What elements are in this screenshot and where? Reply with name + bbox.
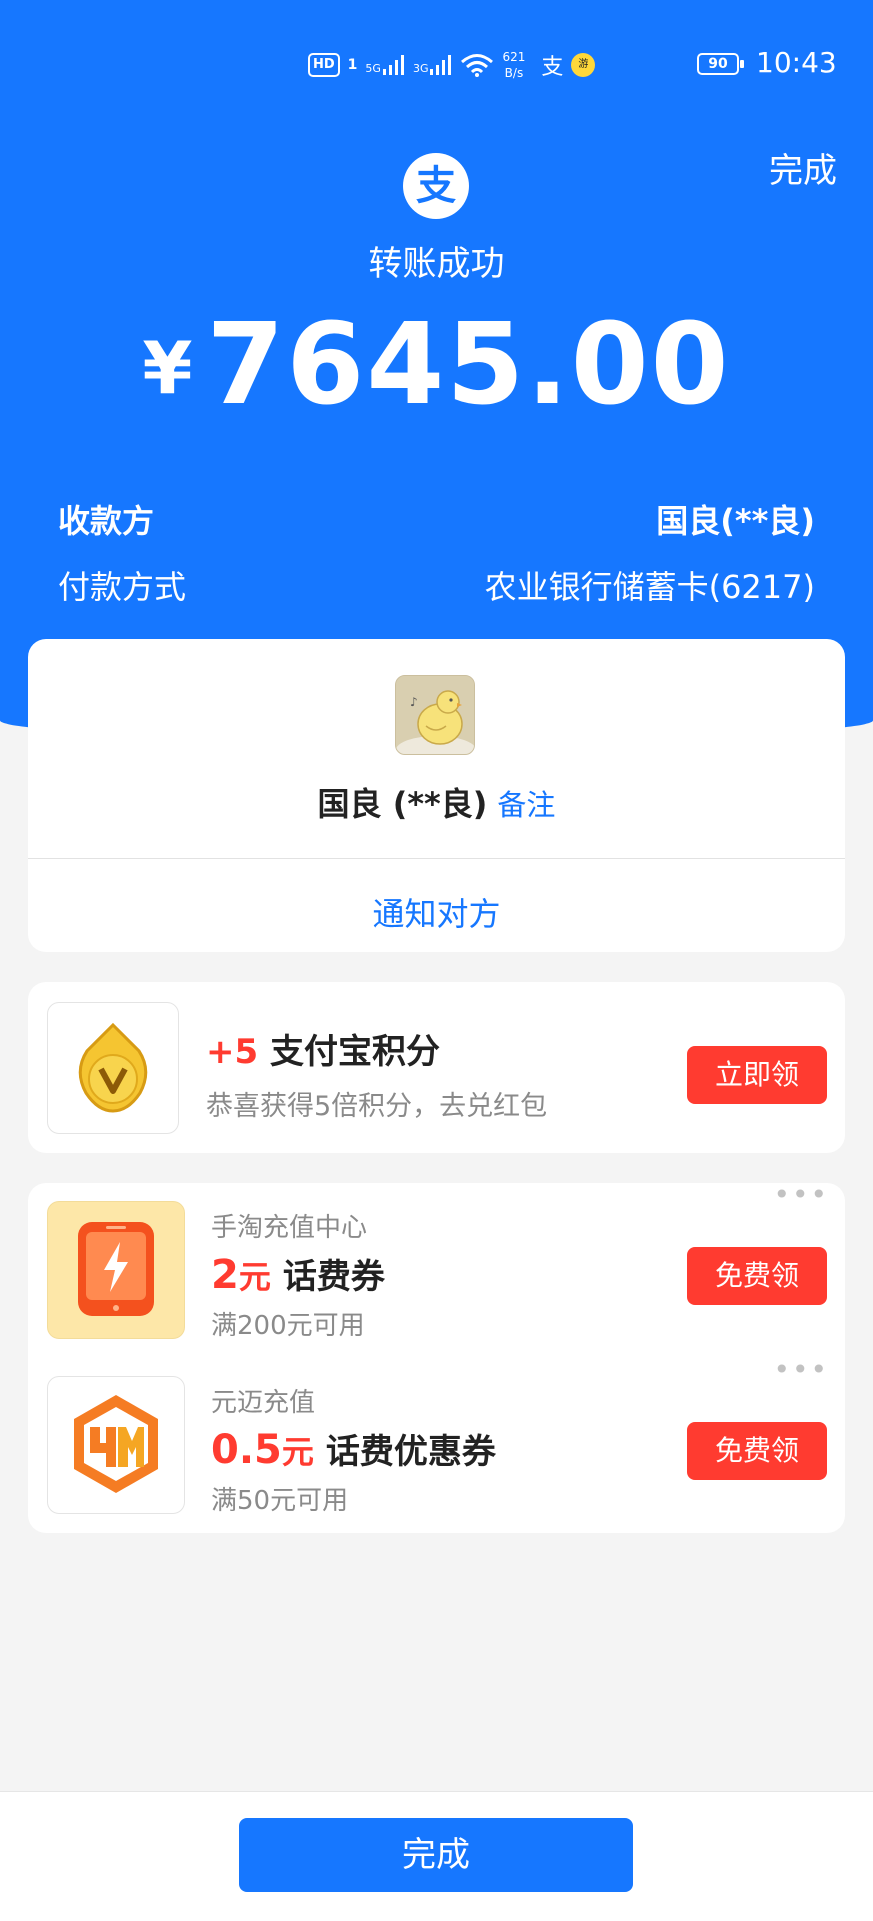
coupon-unit: 元 [238, 1258, 271, 1296]
coupon-shop: 元迈充值 [211, 1388, 316, 1418]
done-top-button[interactable]: 完成 [769, 143, 837, 192]
transfer-success-title: 转账成功 [368, 244, 505, 284]
divider [28, 858, 845, 859]
points-card: +5 支付宝积分 恭喜获得5倍积分，去兑红包 立即领 [28, 982, 845, 1153]
coupon-amount: 0.5 [211, 1427, 282, 1473]
gold-v-medal-icon [78, 1022, 148, 1113]
coupon-thumbnail [47, 1376, 185, 1514]
claim-coupon-button[interactable]: 免费领 [687, 1247, 827, 1305]
coupon-condition: 满50元可用 [211, 1486, 349, 1516]
svg-text:♪: ♪ [410, 695, 418, 709]
points-label: 支付宝积分 [270, 1032, 440, 1072]
coupon-deal: 2元 话费券 [211, 1249, 385, 1298]
ym-logo-icon [74, 1395, 158, 1493]
alipay-status-icon: 支 [541, 55, 564, 80]
points-subtitle: 恭喜获得5倍积分，去兑红包 [206, 1091, 548, 1122]
coupon-condition: 满200元可用 [211, 1311, 365, 1341]
recharge-lightning-icon [78, 1222, 154, 1316]
coupon-shop: 手淘充值中心 [211, 1213, 368, 1243]
hd-icon: HD [308, 53, 340, 77]
points-amount: +5 [206, 1032, 259, 1072]
payment-method-value: 农业银行储蓄卡(6217) [484, 568, 815, 606]
net-speed-value: 621 [502, 50, 526, 64]
currency-symbol: ¥ [142, 326, 193, 410]
amount: ¥7645.00 [0, 300, 873, 430]
alipay-logo-icon: 支 [403, 153, 469, 219]
coupon-name: 话费券 [282, 1257, 385, 1297]
wifi-icon [461, 54, 494, 77]
game-badge-icon: 游 [571, 53, 596, 77]
signal-5g-label: 5G [365, 62, 381, 75]
notify-recipient-button[interactable]: 通知对方 [28, 889, 845, 935]
bottom-bar: 完成 [0, 1791, 873, 1921]
points-thumbnail [47, 1002, 179, 1134]
done-button[interactable]: 完成 [239, 1818, 633, 1892]
memo-link[interactable]: 备注 [497, 788, 555, 822]
coupon-unit: 元 [281, 1433, 314, 1471]
chick-avatar-icon: ♪ [396, 676, 474, 754]
coupon-name: 话费优惠券 [325, 1432, 496, 1472]
battery-icon: 90 [697, 53, 744, 75]
recipient-name: 国良 (**良) [317, 785, 488, 823]
recipient-card: ♪ 国良 (**良) 备注 通知对方 [28, 639, 845, 952]
coupon-deal: 0.5元 话费优惠券 [211, 1424, 496, 1473]
net-speed: 621 B/s [502, 49, 525, 81]
claim-coupon-button[interactable]: 免费领 [687, 1422, 827, 1480]
more-options-icon[interactable]: ••• [773, 1181, 829, 1209]
status-icons: HD 1 5G 3G 621 B/s 支 游 [308, 48, 596, 82]
signal-3g-label: 3G [412, 62, 429, 75]
signal-bars-icon [430, 55, 452, 75]
points-title: +5 支付宝积分 [206, 1024, 440, 1073]
coupon-item[interactable]: 元迈充值 0.5元 话费优惠券 满50元可用 ••• 免费领 [28, 1356, 845, 1516]
payee-label: 收款方 [58, 502, 155, 540]
recipient-name-line: 国良 (**良) 备注 [28, 779, 845, 825]
signal-icon: 5G [365, 55, 405, 75]
status-bar: HD 1 5G 3G 621 B/s 支 游 90 10:43 [0, 40, 873, 90]
coupon-thumbnail [47, 1201, 185, 1339]
signal-bars-icon [382, 55, 404, 75]
coupon-item[interactable]: 手淘充值中心 2元 话费券 满200元可用 ••• 免费领 [28, 1181, 845, 1341]
net-speed-unit: B/s [504, 66, 524, 80]
payment-method-label: 付款方式 [58, 568, 187, 606]
status-time: 10:43 [756, 46, 837, 79]
more-options-icon[interactable]: ••• [773, 1356, 829, 1384]
coupons-card: 手淘充值中心 2元 话费券 满200元可用 ••• 免费领 元迈充值 0.5元 话费… [28, 1181, 845, 1533]
avatar[interactable]: ♪ [395, 675, 475, 755]
claim-points-button[interactable]: 立即领 [687, 1046, 827, 1104]
signal-icon-2: 3G [413, 55, 453, 75]
coupon-amount: 2 [211, 1252, 239, 1298]
sim-indicator: 1 [347, 57, 358, 73]
payee-value: 国良(**良) [656, 502, 815, 540]
amount-value: 7645.00 [206, 300, 731, 430]
